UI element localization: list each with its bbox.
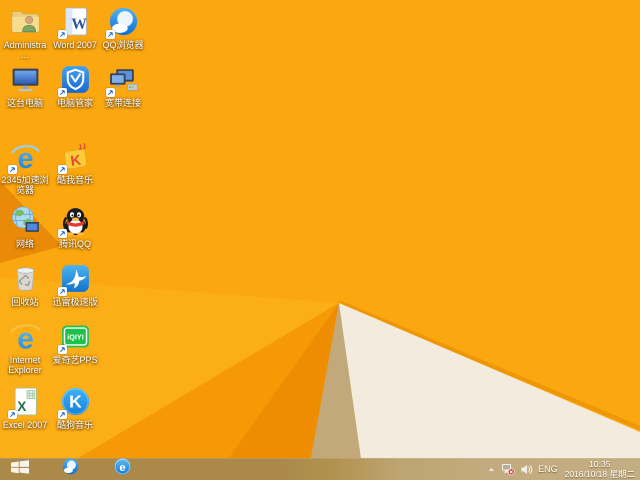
show-hidden-icons-button[interactable]: [487, 458, 496, 480]
broadband-icon: [107, 63, 140, 96]
desktop-icon-excel-2007[interactable]: X Excel 2007: [1, 385, 49, 430]
clock-time: 10:35: [589, 459, 610, 469]
icon-label: 爱奇艺PPS: [52, 355, 97, 365]
desktop-icon-internet-explorer[interactable]: e Internet Explorer: [1, 320, 49, 375]
desktop-icon-pc-manager[interactable]: 电脑管家: [51, 63, 99, 108]
qq-browser-icon: [61, 457, 80, 480]
internet-explorer-icon: e: [9, 320, 42, 353]
taskbar-e-browser-button[interactable]: e: [108, 458, 136, 480]
kuwo-music-icon: K: [59, 140, 92, 173]
clock[interactable]: 10:35 2016/10/18 星期二: [563, 459, 637, 479]
recycle-bin-icon: [9, 262, 42, 295]
icon-label: QQ浏览器: [102, 40, 143, 50]
desktop-icon-network[interactable]: 网络: [1, 204, 49, 249]
icon-label: 迅雷极速版: [52, 297, 97, 307]
svg-text:W: W: [71, 16, 87, 33]
system-tray: ENG 10:35 2016/10/18 星期二: [487, 458, 637, 480]
desktop-icon-word-2007[interactable]: W Word 2007: [51, 5, 99, 50]
volume-icon[interactable]: [520, 458, 533, 480]
desktop-icon-administrator[interactable]: Administra…: [1, 5, 49, 60]
clock-date: 2016/10/18 星期二: [565, 469, 635, 479]
icon-label: 酷狗音乐: [57, 420, 93, 430]
iqiyi-icon: iQIYI: [59, 320, 92, 353]
svg-text:K: K: [69, 392, 82, 412]
shield-check-icon: [59, 63, 92, 96]
svg-text:e: e: [119, 462, 125, 474]
icon-label: 酷我音乐: [57, 175, 93, 185]
e-browser-icon: e: [113, 457, 132, 480]
taskbar: e: [0, 458, 640, 480]
svg-text:X: X: [17, 399, 26, 414]
shortcut-arrow-icon: [58, 229, 67, 238]
desktop: Administra… W Word 2007 Q: [0, 0, 640, 480]
language-indicator[interactable]: ENG: [538, 458, 558, 480]
desktop-icon-kugou-music[interactable]: K 酷狗音乐: [51, 385, 99, 430]
swallow-bird-icon: [59, 262, 92, 295]
shortcut-arrow-icon: [58, 88, 67, 97]
icon-label: 腾讯QQ: [59, 239, 91, 249]
desktop-icon-this-pc[interactable]: 这台电脑: [1, 63, 49, 108]
svg-text:iQIYI: iQIYI: [67, 333, 83, 342]
shortcut-arrow-icon: [58, 165, 67, 174]
taskbar-qq-browser-button[interactable]: [56, 458, 84, 480]
desktop-icon-2345-browser[interactable]: e 2345加速浏览器: [1, 140, 49, 195]
icon-label: Internet Explorer: [1, 355, 49, 375]
qq-browser-icon: [107, 5, 140, 38]
e-browser-icon: e: [9, 140, 42, 173]
user-folder-icon: [9, 5, 42, 38]
desktop-icon-iqiyi-pps[interactable]: iQIYI 爱奇艺PPS: [51, 320, 99, 365]
excel-icon: X: [9, 385, 42, 418]
icon-label: 宽带连接: [105, 98, 141, 108]
icon-label: 2345加速浏览器: [1, 175, 49, 195]
qq-penguin-icon: [59, 204, 92, 237]
desktop-icon-tencent-qq[interactable]: 腾讯QQ: [51, 204, 99, 249]
icon-label: Excel 2007: [3, 420, 48, 430]
start-button[interactable]: [6, 458, 34, 480]
icon-label: 电脑管家: [57, 98, 93, 108]
desktop-icon-recycle-bin[interactable]: 回收站: [1, 262, 49, 307]
icon-label: 回收站: [11, 297, 38, 307]
desktop-icon-xunlei[interactable]: 迅雷极速版: [51, 262, 99, 307]
shortcut-arrow-icon: [58, 345, 67, 354]
desktop-icon-qq-browser[interactable]: QQ浏览器: [99, 5, 147, 50]
shortcut-arrow-icon: [58, 410, 67, 419]
globe-network-icon: [9, 204, 42, 237]
shortcut-arrow-icon: [8, 410, 17, 419]
icon-label: 这台电脑: [7, 98, 43, 108]
shortcut-arrow-icon: [58, 287, 67, 296]
icon-label: Word 2007: [53, 40, 97, 50]
network-disconnected-icon[interactable]: [501, 458, 515, 480]
computer-icon: [9, 63, 42, 96]
icon-label: 网络: [16, 239, 34, 249]
icon-label: Administra…: [1, 40, 49, 60]
desktop-icon-broadband-connection[interactable]: 宽带连接: [99, 63, 147, 108]
word-icon: W: [59, 5, 92, 38]
shortcut-arrow-icon: [106, 30, 115, 39]
shortcut-arrow-icon: [8, 165, 17, 174]
kugou-music-icon: K: [59, 385, 92, 418]
shortcut-arrow-icon: [58, 30, 67, 39]
windows-logo-icon: [11, 460, 29, 479]
shortcut-arrow-icon: [106, 88, 115, 97]
desktop-icon-kuwo-music[interactable]: K 酷我音乐: [51, 140, 99, 185]
